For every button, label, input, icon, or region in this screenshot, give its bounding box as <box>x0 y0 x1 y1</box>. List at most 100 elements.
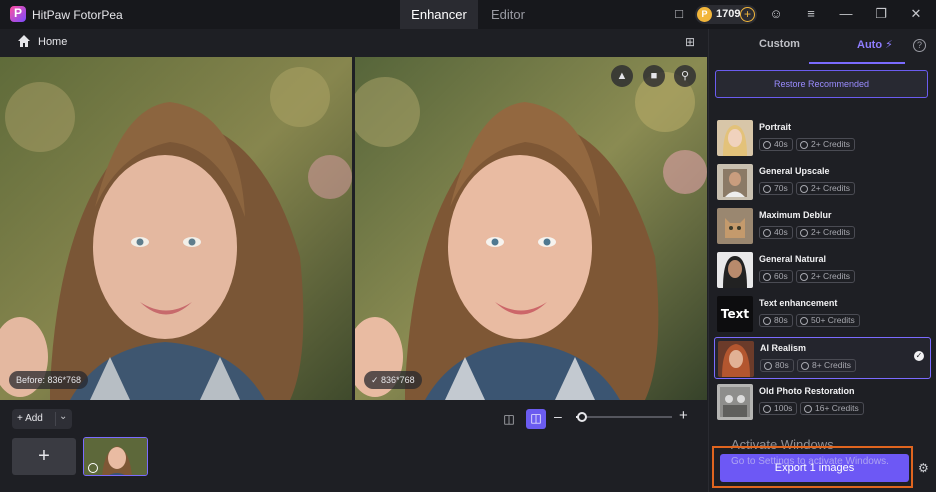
zoom-in-button[interactable]: + <box>679 407 688 424</box>
message-icon[interactable]: □ <box>671 6 687 22</box>
split-view-icon[interactable]: ◫ <box>500 410 518 428</box>
clock-icon <box>763 273 771 281</box>
zoom-slider[interactable] <box>576 412 672 422</box>
compare-icon[interactable]: ■ <box>643 65 665 87</box>
add-button-label: + Add <box>17 413 43 424</box>
model-panel: Custom Auto ⚡ ? Restore Recommended Port… <box>708 29 936 492</box>
model-name: AI Realism <box>760 343 807 353</box>
model-item[interactable]: General Natural 60s 2+ Credits <box>714 249 931 291</box>
crop-icon[interactable]: ⊞ <box>685 35 695 49</box>
clock-icon <box>763 317 771 325</box>
menu-icon[interactable]: ≡ <box>803 6 819 22</box>
time-chip-text: 40s <box>774 227 788 237</box>
credits-chip-text: 2+ Credits <box>811 183 850 193</box>
model-name: General Natural <box>759 254 827 264</box>
add-divider <box>55 412 56 426</box>
before-image[interactable]: Before: 836*768 <box>0 57 352 400</box>
model-item[interactable]: Text Text enhancement 80s 50+ Credits <box>714 293 931 335</box>
tab-editor[interactable]: Editor <box>478 0 538 29</box>
model-name: Portrait <box>759 122 792 132</box>
coin-icon <box>800 273 808 281</box>
after-size-label: ✓ 836*768 <box>364 371 422 389</box>
credits-pill[interactable]: P 1709 + <box>695 5 757 24</box>
credits-chip: 2+ Credits <box>796 226 855 239</box>
time-chip: 80s <box>760 359 794 372</box>
credits-chip: 2+ Credits <box>796 182 855 195</box>
model-name: Text enhancement <box>759 298 838 308</box>
coin-icon <box>804 405 812 413</box>
restore-window-icon[interactable]: ❐ <box>873 6 889 22</box>
model-thumbnail <box>717 384 753 420</box>
credits-chip: 2+ Credits <box>796 138 855 151</box>
account-icon[interactable]: ☺ <box>768 6 784 22</box>
app-logo-icon <box>10 6 26 22</box>
before-photo-illustration <box>0 57 352 400</box>
time-chip-text: 100s <box>774 403 793 413</box>
model-item[interactable]: AI Realism 80s 8+ Credits ✓ <box>714 337 931 379</box>
time-chip: 80s <box>759 314 793 327</box>
time-chip-text: 40s <box>774 139 788 149</box>
side-by-side-icon[interactable]: ◫ <box>526 409 546 429</box>
clock-icon <box>763 141 771 149</box>
minimize-icon[interactable]: — <box>838 6 854 22</box>
add-label-text: Add <box>25 413 43 424</box>
home-link[interactable]: Home <box>38 36 67 48</box>
lightning-icon: ⚡ <box>885 39 893 51</box>
model-thumbnail <box>717 120 753 156</box>
chevron-down-icon[interactable]: ⌄ <box>59 411 67 422</box>
activate-windows-subtitle: Go to Settings to activate Windows. <box>731 456 889 467</box>
coin-icon: P <box>697 7 712 22</box>
time-chip: 40s <box>759 138 793 151</box>
model-thumbnail <box>717 208 753 244</box>
image-thumbnail[interactable] <box>83 437 148 476</box>
zoom-out-icon[interactable]: – <box>554 408 562 424</box>
credits-chip: 2+ Credits <box>796 270 855 283</box>
credits-count: 1709 <box>716 8 741 20</box>
add-image-tile[interactable]: + <box>12 438 76 475</box>
clock-icon <box>88 463 98 473</box>
add-button[interactable]: + Add ⌄ <box>12 409 72 429</box>
credits-chip: 16+ Credits <box>800 402 864 415</box>
bottom-toolbar: + Add ⌄ ◫ ◫ – + + <box>0 400 707 492</box>
zoom-slider-knob[interactable] <box>576 412 587 422</box>
credits-chip-text: 8+ Credits <box>812 360 851 370</box>
credits-chip: 8+ Credits <box>797 359 856 372</box>
tab-enhancer[interactable]: Enhancer <box>400 0 478 29</box>
tab-custom[interactable]: Custom <box>759 38 800 50</box>
model-item[interactable]: Maximum Deblur 40s 2+ Credits <box>714 205 931 247</box>
title-bar: HitPaw FotorPea Enhancer Editor □ P 1709… <box>0 0 936 29</box>
close-icon[interactable]: ✕ <box>908 6 924 22</box>
model-item[interactable]: Old Photo Restoration 100s 16+ Credits <box>714 381 931 423</box>
time-chip: 100s <box>759 402 798 415</box>
model-item[interactable]: Portrait 40s 2+ Credits <box>714 117 931 159</box>
add-credits-icon[interactable]: + <box>740 7 755 22</box>
tab-auto-label: Auto <box>857 39 883 51</box>
home-icon[interactable] <box>17 34 31 48</box>
coin-icon <box>800 229 808 237</box>
time-chip: 60s <box>759 270 793 283</box>
app-title: HitPaw FotorPea <box>32 8 123 22</box>
credits-chip-text: 2+ Credits <box>811 227 850 237</box>
clock-icon <box>763 229 771 237</box>
tab-auto[interactable]: Auto ⚡ <box>857 38 893 51</box>
credits-chip-text: 2+ Credits <box>811 271 850 281</box>
time-chip: 40s <box>759 226 793 239</box>
model-name: General Upscale <box>759 166 830 176</box>
before-size-label: Before: 836*768 <box>9 371 89 389</box>
help-icon[interactable]: ? <box>913 39 926 52</box>
checkmark-icon: ✓ <box>914 351 924 361</box>
gear-icon[interactable]: ⚙ <box>918 461 929 475</box>
thumbs-up-icon[interactable]: ▲ <box>611 65 633 87</box>
time-chip-text: 80s <box>774 315 788 325</box>
coin-icon <box>800 185 808 193</box>
credits-chip: 50+ Credits <box>796 314 860 327</box>
after-image[interactable]: ▲ ■ ⚲ ✓ 836*768 <box>355 57 707 400</box>
restore-recommended-button[interactable]: Restore Recommended <box>715 70 928 98</box>
model-list: Portrait 40s 2+ Credits General Upscale 70s 2… <box>709 117 936 447</box>
credits-chip-text: 16+ Credits <box>815 403 859 413</box>
credits-chip-text: 2+ Credits <box>811 139 850 149</box>
after-photo-illustration <box>355 57 707 400</box>
zoom-in-icon[interactable]: ⚲ <box>674 65 696 87</box>
model-item[interactable]: General Upscale 70s 2+ Credits <box>714 161 931 203</box>
credits-chip-text: 50+ Credits <box>811 315 855 325</box>
